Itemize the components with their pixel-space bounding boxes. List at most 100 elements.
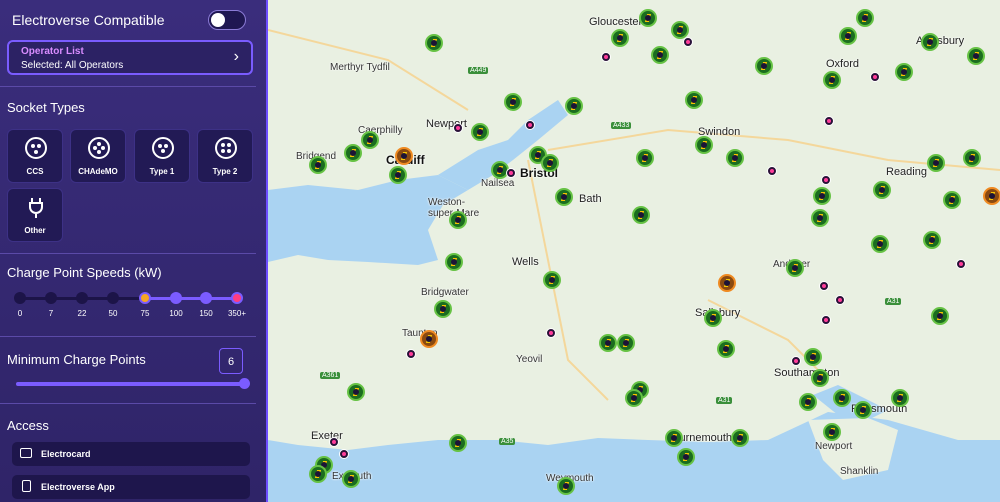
- charger-pin[interactable]: [854, 401, 872, 419]
- charger-pin[interactable]: [963, 149, 981, 167]
- charger-pin[interactable]: [731, 429, 749, 447]
- charger-pin[interactable]: [811, 369, 829, 387]
- charger-pin[interactable]: [704, 309, 722, 327]
- charger-pin[interactable]: [445, 253, 463, 271]
- charger-pin[interactable]: [347, 383, 365, 401]
- charger-pin[interactable]: [449, 434, 467, 452]
- speed-stop-150[interactable]: [200, 292, 212, 304]
- charger-pin[interactable]: [639, 9, 657, 27]
- compat-toggle[interactable]: [208, 10, 246, 30]
- charger-pin[interactable]: [636, 149, 654, 167]
- charger-pin[interactable]: [541, 154, 559, 172]
- charger-dot[interactable]: [525, 120, 535, 130]
- charger-pin[interactable]: [434, 300, 452, 318]
- charger-pin[interactable]: [813, 187, 831, 205]
- charger-pin[interactable]: [309, 156, 327, 174]
- speed-stop-7[interactable]: [45, 292, 57, 304]
- charger-dot[interactable]: [821, 315, 831, 325]
- socket-type1[interactable]: Type 1: [134, 129, 190, 183]
- charger-dot[interactable]: [546, 328, 556, 338]
- charger-pin[interactable]: [361, 131, 379, 149]
- speed-handle-min[interactable]: [139, 292, 151, 304]
- charger-pin[interactable]: [726, 149, 744, 167]
- charger-pin[interactable]: [943, 191, 961, 209]
- charger-pin[interactable]: [344, 144, 362, 162]
- charger-dot[interactable]: [601, 52, 611, 62]
- speed-handle-max[interactable]: [231, 292, 243, 304]
- charger-dot[interactable]: [683, 37, 693, 47]
- charger-pin[interactable]: [611, 29, 629, 47]
- charger-pin[interactable]: [665, 429, 683, 447]
- charger-pin[interactable]: [632, 206, 650, 224]
- charger-pin[interactable]: [839, 27, 857, 45]
- charger-pin[interactable]: [786, 259, 804, 277]
- charger-pin[interactable]: [895, 63, 913, 81]
- charger-dot[interactable]: [767, 166, 777, 176]
- charger-pin[interactable]: [804, 348, 822, 366]
- charger-pin[interactable]: [755, 57, 773, 75]
- charger-dot[interactable]: [821, 175, 831, 185]
- charger-pin[interactable]: [823, 71, 841, 89]
- charger-pin[interactable]: [927, 154, 945, 172]
- charger-pin[interactable]: [425, 34, 443, 52]
- socket-ccs[interactable]: CCS: [7, 129, 63, 183]
- speed-stop-22[interactable]: [76, 292, 88, 304]
- charger-pin[interactable]: [389, 166, 407, 184]
- charger-pin[interactable]: [565, 97, 583, 115]
- charger-pin-rapid[interactable]: [420, 330, 438, 348]
- charger-pin[interactable]: [891, 389, 909, 407]
- min-charge-value[interactable]: 6: [219, 348, 243, 374]
- charger-pin[interactable]: [557, 477, 575, 495]
- charger-dot[interactable]: [819, 281, 829, 291]
- charger-pin[interactable]: [823, 423, 841, 441]
- charger-pin-rapid[interactable]: [395, 147, 413, 165]
- charger-pin[interactable]: [543, 271, 561, 289]
- socket-other[interactable]: Other: [7, 188, 63, 242]
- charger-pin-rapid[interactable]: [983, 187, 1000, 205]
- charger-pin[interactable]: [931, 307, 949, 325]
- speed-stop-50[interactable]: [107, 292, 119, 304]
- charger-dot[interactable]: [791, 356, 801, 366]
- operator-list-button[interactable]: Operator List Selected: All Operators ›: [7, 40, 253, 75]
- socket-type2[interactable]: Type 2: [197, 129, 253, 183]
- speed-stop-100[interactable]: [170, 292, 182, 304]
- charger-pin[interactable]: [717, 340, 735, 358]
- charger-dot[interactable]: [406, 349, 416, 359]
- charger-pin[interactable]: [677, 448, 695, 466]
- charger-pin[interactable]: [449, 211, 467, 229]
- socket-chademo[interactable]: CHAdeMO: [70, 129, 126, 183]
- charger-pin[interactable]: [342, 470, 360, 488]
- charger-pin[interactable]: [811, 209, 829, 227]
- charger-dot[interactable]: [956, 259, 966, 269]
- map-view[interactable]: Gloucester Aylesbury Oxford Merthyr Tydf…: [268, 0, 1000, 502]
- charger-pin[interactable]: [471, 123, 489, 141]
- charger-pin[interactable]: [617, 334, 635, 352]
- charger-pin[interactable]: [309, 465, 327, 483]
- charger-dot[interactable]: [506, 168, 516, 178]
- charger-dot[interactable]: [870, 72, 880, 82]
- min-charge-slider[interactable]: [16, 382, 246, 386]
- charger-dot[interactable]: [339, 449, 349, 459]
- charger-pin[interactable]: [923, 231, 941, 249]
- charger-dot[interactable]: [453, 123, 463, 133]
- charger-pin[interactable]: [967, 47, 985, 65]
- charger-pin[interactable]: [799, 393, 817, 411]
- charger-dot[interactable]: [329, 437, 339, 447]
- charger-pin[interactable]: [625, 389, 643, 407]
- charger-pin-rapid[interactable]: [718, 274, 736, 292]
- min-charge-handle[interactable]: [239, 378, 250, 389]
- charger-pin[interactable]: [695, 136, 713, 154]
- charger-pin[interactable]: [833, 389, 851, 407]
- charger-pin[interactable]: [921, 33, 939, 51]
- charger-pin[interactable]: [599, 334, 617, 352]
- access-app[interactable]: Electroverse App: [12, 475, 250, 499]
- charger-pin[interactable]: [871, 235, 889, 253]
- charger-pin[interactable]: [873, 181, 891, 199]
- charger-dot[interactable]: [824, 116, 834, 126]
- access-electrocard[interactable]: Electrocard: [12, 442, 250, 466]
- charger-pin[interactable]: [856, 9, 874, 27]
- charger-dot[interactable]: [835, 295, 845, 305]
- charger-pin[interactable]: [555, 188, 573, 206]
- speed-stop-0[interactable]: [14, 292, 26, 304]
- charger-pin[interactable]: [504, 93, 522, 111]
